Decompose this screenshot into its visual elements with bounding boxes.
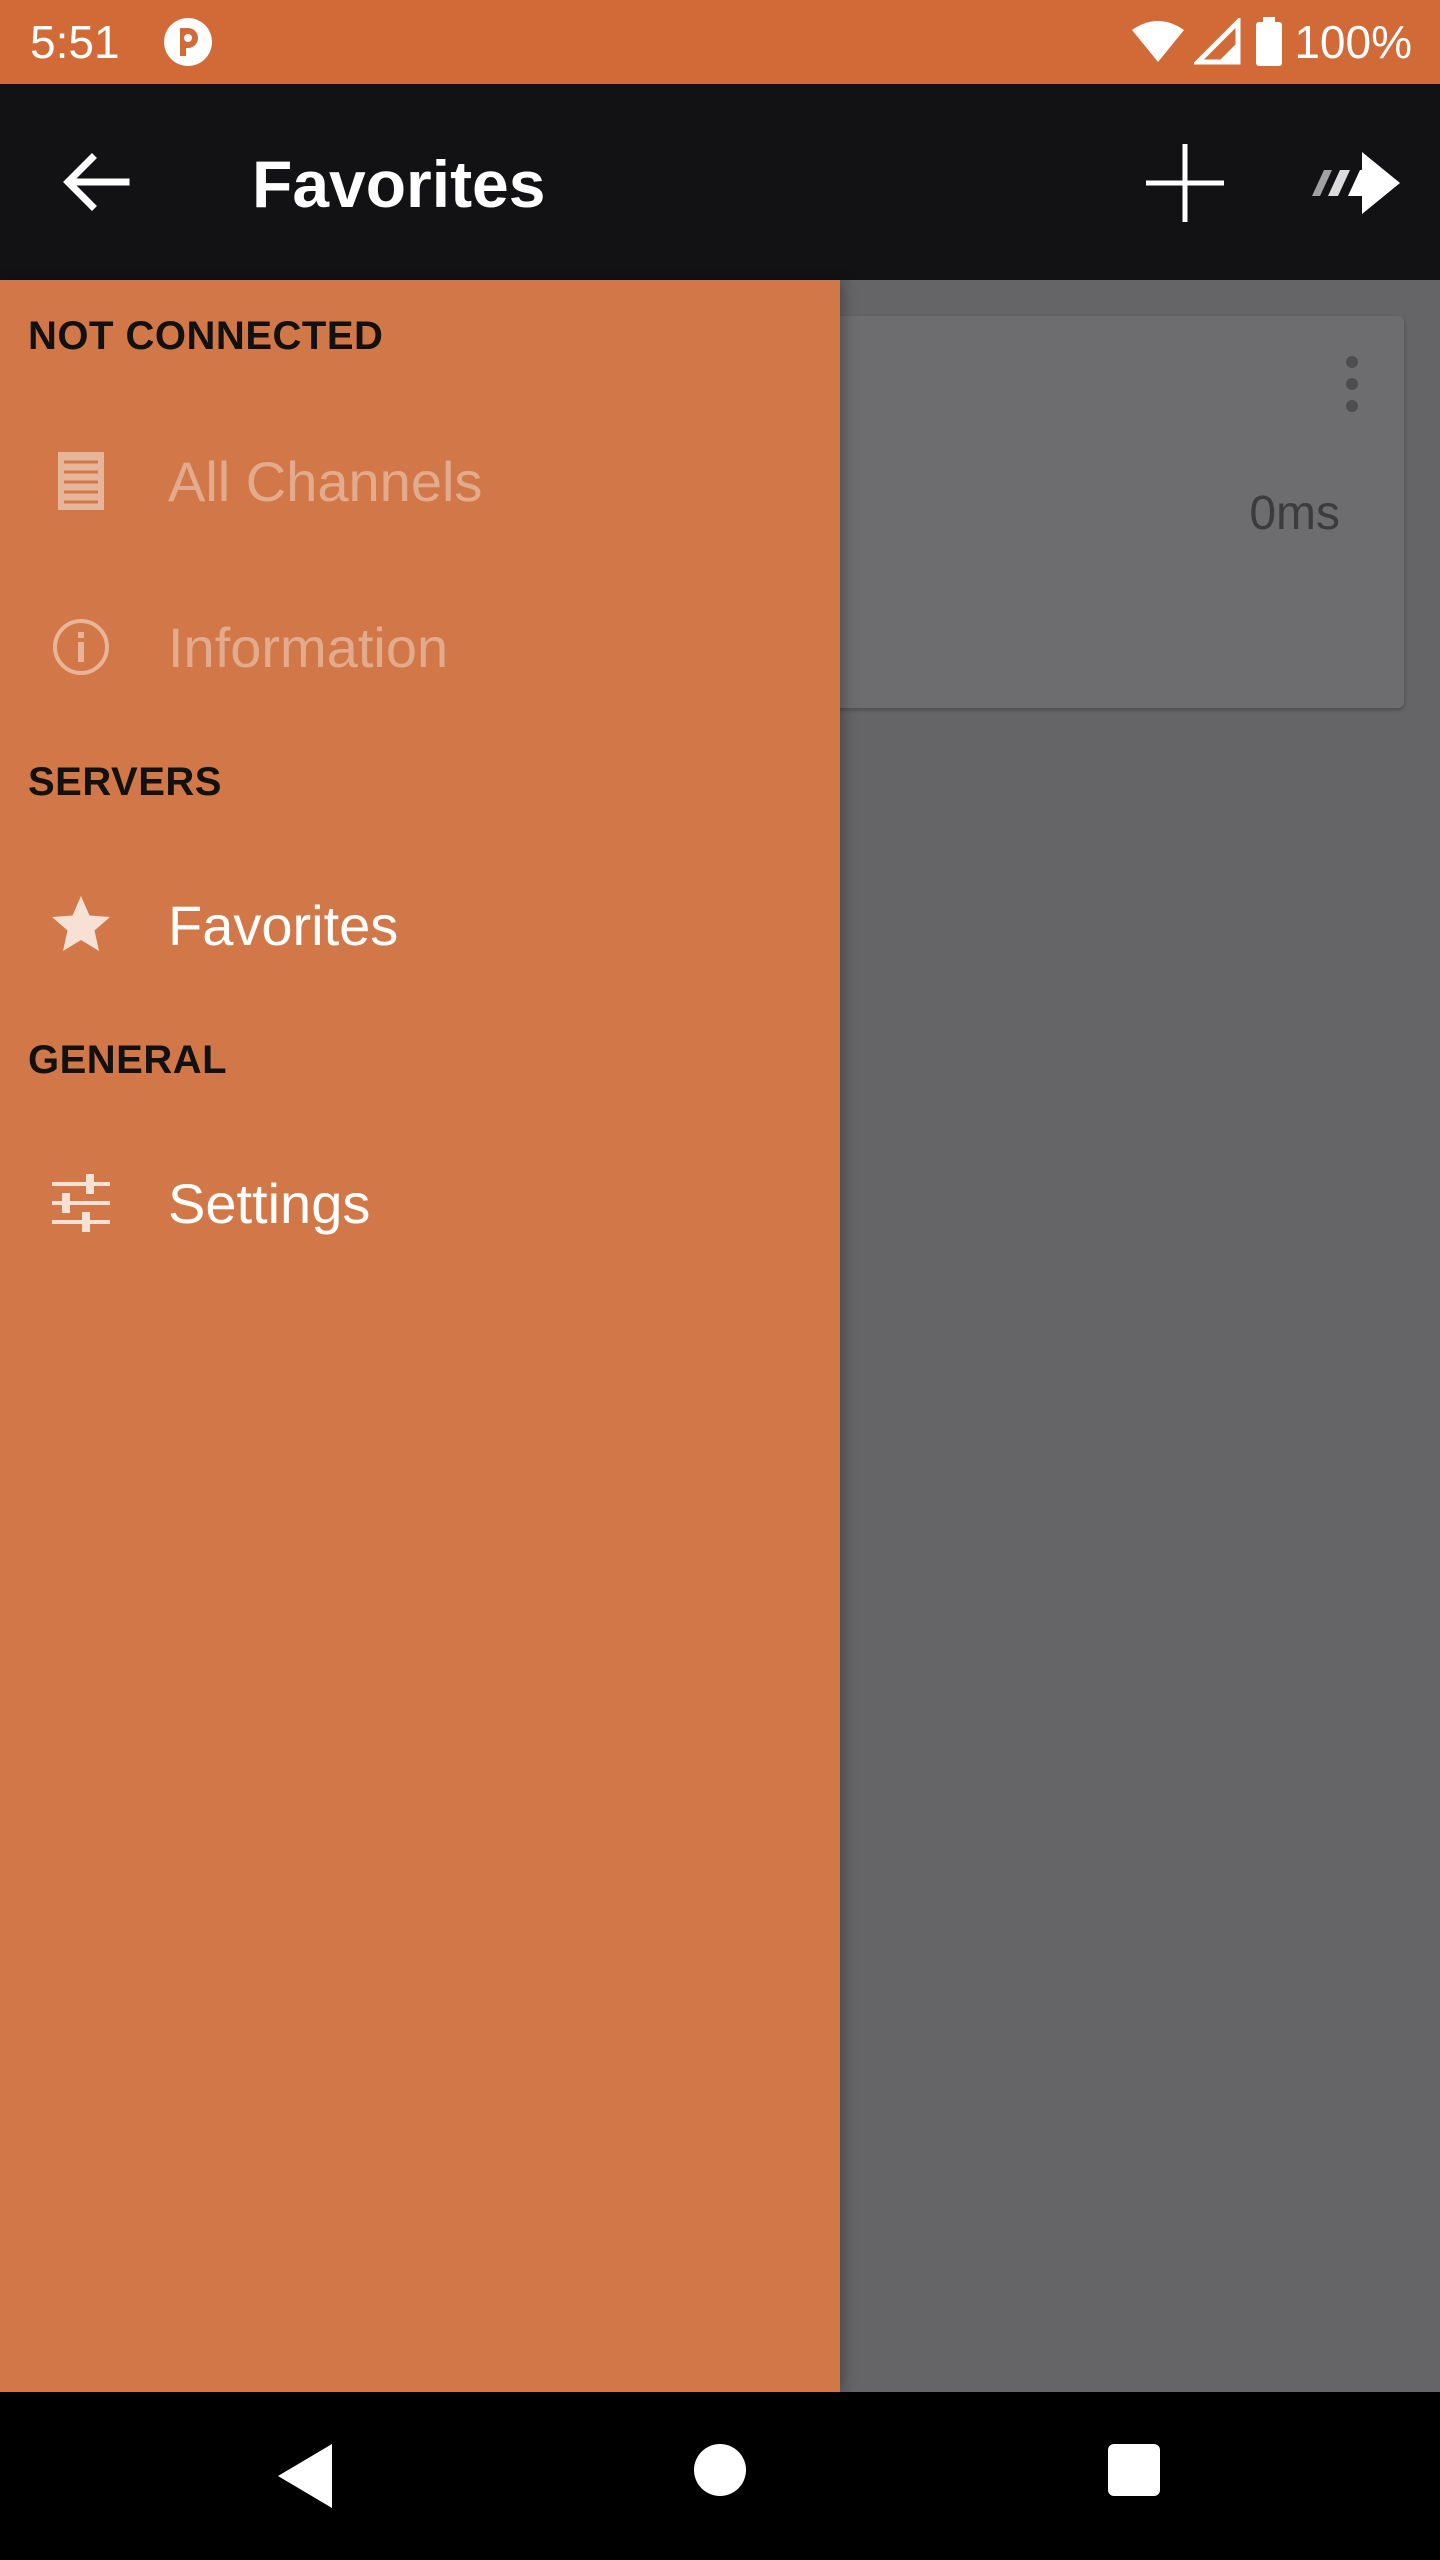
status-time: 5:51 (30, 16, 120, 68)
app-notification-icon (164, 18, 212, 66)
drawer-item-label: Favorites (168, 894, 399, 957)
add-icon[interactable] (1140, 138, 1230, 228)
section-header-servers: SERVERS (28, 760, 222, 804)
drawer-item-information[interactable]: Information (0, 576, 840, 716)
section-header-general: GENERAL (28, 1038, 228, 1082)
server-ping: 0ms (1249, 487, 1340, 540)
star-icon (52, 896, 110, 951)
cell-signal-icon (1194, 18, 1241, 65)
battery-percent: 100% (1294, 16, 1412, 68)
drawer-item-label: Settings (168, 1172, 371, 1235)
sliders-icon (52, 1174, 110, 1232)
status-icons: 100% (1130, 14, 1412, 70)
drawer-item-favorites[interactable]: Favorites (0, 854, 840, 994)
wifi-icon (1132, 21, 1185, 62)
system-home-icon[interactable] (694, 2444, 746, 2496)
navigation-drawer: NOT CONNECTED All Channels Information S… (0, 280, 840, 2392)
section-header-not-connected: NOT CONNECTED (28, 314, 384, 358)
channels-list-icon (58, 452, 104, 510)
drawer-item-all-channels[interactable]: All Channels (0, 410, 840, 550)
page-title: Favorites (252, 147, 546, 221)
battery-icon (1256, 17, 1283, 66)
more-options-icon[interactable] (1344, 356, 1360, 416)
drawer-item-label: All Channels (168, 450, 483, 513)
system-nav-bar (0, 2392, 1440, 2560)
connect-arrow-icon[interactable] (1310, 138, 1410, 228)
toolbar: Favorites (0, 84, 1440, 280)
status-bar: 5:51 100% (0, 0, 1440, 84)
system-recents-icon[interactable] (1108, 2444, 1160, 2496)
info-icon (53, 619, 109, 675)
system-back-icon[interactable] (270, 2436, 350, 2516)
drawer-item-settings[interactable]: Settings (0, 1132, 840, 1272)
back-arrow-icon[interactable] (56, 142, 136, 222)
drawer-item-label: Information (168, 616, 449, 679)
screen: 5:51 100% Favorites 0ms NOT CONNECTED Al… (0, 0, 1440, 2560)
